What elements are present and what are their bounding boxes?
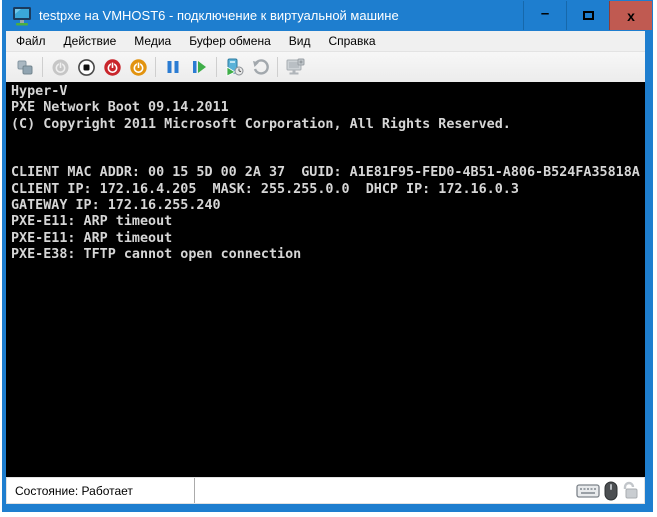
- console-line: PXE-E38: TFTP cannot open connection: [11, 247, 645, 263]
- console-line: CLIENT IP: 172.16.4.205 MASK: 255.255.0.…: [11, 182, 645, 198]
- enhanced-session-icon: [285, 57, 305, 77]
- save-icon: [129, 58, 148, 77]
- menu-help[interactable]: Справка: [319, 31, 384, 51]
- ctrl-alt-del-icon: [16, 58, 35, 77]
- menu-bar: Файл Действие Медиа Буфер обмена Вид Спр…: [6, 31, 645, 52]
- reset-icon: [190, 58, 208, 76]
- checkpoint-icon: [224, 57, 244, 77]
- save-button[interactable]: [126, 55, 150, 79]
- title-bar[interactable]: testpxe на VMHOST6 - подключение к вирту…: [2, 0, 653, 31]
- vm-state-label: Состояние: Работает: [15, 484, 133, 498]
- menu-view[interactable]: Вид: [280, 31, 320, 51]
- turn-off-icon: [77, 58, 96, 77]
- console-line: [11, 149, 645, 165]
- console-line: PXE-E11: ARP timeout: [11, 214, 645, 230]
- vmconnect-window: testpxe на VMHOST6 - подключение к вирту…: [2, 0, 653, 512]
- start-button[interactable]: [48, 55, 72, 79]
- menu-file[interactable]: Файл: [6, 31, 55, 51]
- console-line: CLIENT MAC ADDR: 00 15 5D 00 2A 37 GUID:…: [11, 165, 645, 181]
- reset-button[interactable]: [187, 55, 211, 79]
- toolbar: [6, 52, 645, 82]
- menu-action[interactable]: Действие: [55, 31, 126, 51]
- maximize-icon: [583, 11, 594, 20]
- mouse-icon: [604, 481, 618, 501]
- shutdown-icon: [103, 58, 122, 77]
- menu-media[interactable]: Медиа: [125, 31, 180, 51]
- close-button[interactable]: x: [609, 1, 652, 30]
- close-icon: x: [627, 8, 635, 24]
- console-line: PXE-E11: ARP timeout: [11, 231, 645, 247]
- toolbar-separator: [216, 57, 217, 77]
- minimize-button[interactable]: –: [523, 1, 566, 30]
- toolbar-separator: [42, 57, 43, 77]
- toolbar-separator: [155, 57, 156, 77]
- window-title: testpxe на VMHOST6 - подключение к вирту…: [39, 8, 399, 23]
- console-line: (C) Copyright 2011 Microsoft Corporation…: [11, 117, 645, 133]
- console-line: GATEWAY IP: 172.16.255.240: [11, 198, 645, 214]
- minimize-icon: –: [541, 9, 549, 19]
- toolbar-separator: [277, 57, 278, 77]
- checkpoint-button[interactable]: [222, 55, 246, 79]
- console-line: Hyper-V: [11, 84, 645, 100]
- revert-icon: [251, 58, 270, 77]
- status-bar: Состояние: Работает: [6, 477, 645, 504]
- enhanced-session-button[interactable]: [283, 55, 307, 79]
- pause-icon: [164, 58, 182, 76]
- pause-button[interactable]: [161, 55, 185, 79]
- shutdown-button[interactable]: [100, 55, 124, 79]
- menu-clipboard[interactable]: Буфер обмена: [180, 31, 280, 51]
- start-icon: [51, 58, 70, 77]
- revert-button[interactable]: [248, 55, 272, 79]
- turn-off-button[interactable]: [74, 55, 98, 79]
- status-pane: Состояние: Работает: [7, 478, 195, 503]
- console-line: [11, 133, 645, 149]
- ctrl-alt-del-button[interactable]: [13, 55, 37, 79]
- keyboard-icon: [576, 483, 600, 499]
- console-line: PXE Network Boot 09.14.2011: [11, 100, 645, 116]
- virtual-machine-icon: [12, 6, 32, 26]
- vm-console-screen[interactable]: Hyper-V PXE Network Boot 09.14.2011 (C) …: [6, 82, 645, 477]
- unlock-icon: [622, 481, 638, 500]
- maximize-button[interactable]: [566, 1, 609, 30]
